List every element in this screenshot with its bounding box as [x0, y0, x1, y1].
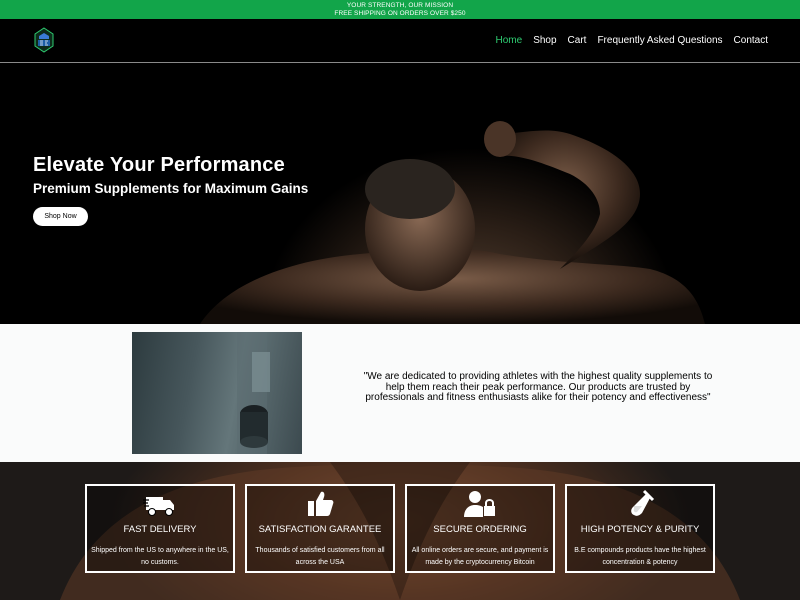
features-section: FAST DELIVERY Shipped from the US to any…	[0, 462, 800, 600]
feature-card-satisfaction: SATISFACTION GARANTEE Thousands of satis…	[245, 484, 395, 573]
feature-title: HIGH POTENCY & PURITY	[580, 524, 700, 535]
feature-description: All online orders are secure, and paymen…	[411, 547, 549, 566]
announcement-line-1: YOUR STRENGTH, OUR MISSION	[346, 2, 454, 9]
gym-photo	[132, 332, 302, 454]
mission-quote: "We are dedicated to providing athletes …	[363, 371, 713, 403]
feature-description: Shipped from the US to anywhere in the U…	[91, 547, 229, 566]
delivery-truck-icon	[143, 497, 174, 516]
test-tube-icon	[631, 489, 655, 516]
nav-shop[interactable]: Shop	[533, 35, 556, 46]
feature-card-secure-ordering: SECURE ORDERING All online orders are se…	[405, 484, 555, 573]
feature-title: FAST DELIVERY	[123, 524, 197, 535]
main-nav: Home Shop Cart Frequently Asked Question…	[496, 35, 769, 46]
hero-title: Elevate Your Performance	[33, 154, 285, 176]
feature-card-fast-delivery: FAST DELIVERY Shipped from the US to any…	[85, 484, 235, 573]
nav-cart[interactable]: Cart	[568, 35, 587, 46]
thumbs-up-icon	[308, 491, 334, 516]
brand-logo[interactable]	[33, 27, 55, 53]
about-section: "We are dedicated to providing athletes …	[0, 324, 800, 462]
nav-faq[interactable]: Frequently Asked Questions	[597, 35, 722, 46]
feature-title: SECURE ORDERING	[433, 524, 527, 535]
hero-section: Elevate Your Performance Premium Supplem…	[0, 64, 800, 324]
nav-contact[interactable]: Contact	[734, 35, 768, 46]
nav-home[interactable]: Home	[496, 35, 523, 46]
announcement-line-2: FREE SHIPPING ON ORDERS OVER $250	[334, 9, 466, 17]
site-header: Home Shop Cart Frequently Asked Question…	[0, 19, 800, 63]
feature-description: B.E compounds products have the highest …	[574, 547, 706, 566]
shop-now-button[interactable]: Shop Now	[33, 207, 88, 226]
hero-subtitle: Premium Supplements for Maximum Gains	[33, 181, 309, 196]
user-lock-icon	[464, 491, 495, 517]
announcement-bar: YOUR STRENGTH, OUR MISSION FREE SHIPPING…	[0, 0, 800, 19]
feature-title: SATISFACTION GARANTEE	[258, 524, 382, 535]
feature-card-potency: HIGH POTENCY & PURITY B.E compounds prod…	[565, 484, 715, 573]
feature-description: Thousands of satisfied customers from al…	[255, 547, 385, 566]
